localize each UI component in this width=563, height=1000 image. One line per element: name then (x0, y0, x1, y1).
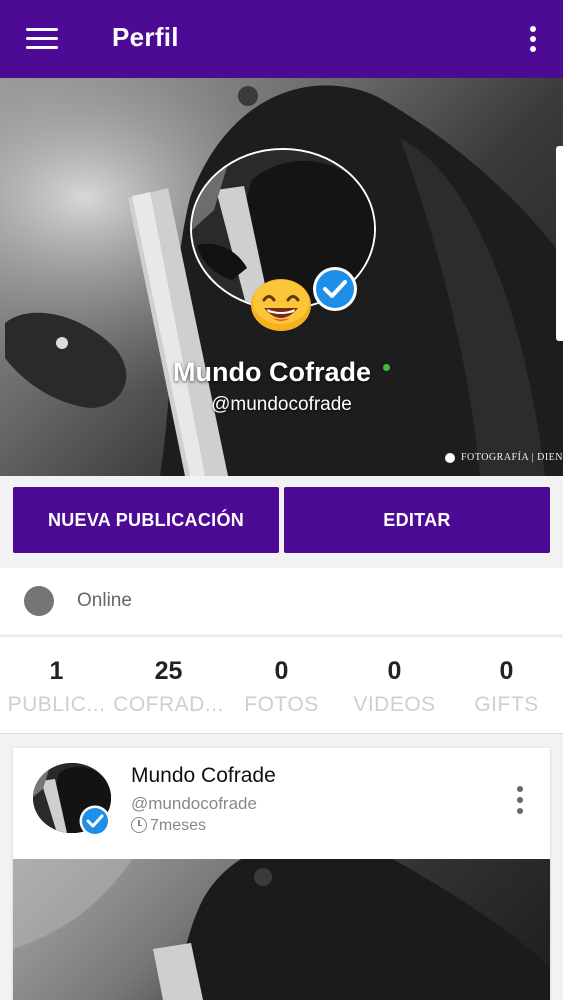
post-image[interactable] (13, 859, 550, 1000)
watermark-text: FOTOGRAFÍA | DIEN (461, 452, 563, 463)
scroll-handle[interactable] (556, 146, 563, 341)
new-post-button[interactable]: NUEVA PUBLICACIÓN (13, 487, 279, 553)
verified-badge-icon (79, 805, 111, 837)
clock-icon (131, 816, 147, 833)
edit-profile-button[interactable]: EDITAR (284, 487, 550, 553)
stat-value: 0 (499, 657, 514, 685)
online-indicator (382, 364, 390, 372)
verified-badge-icon (313, 267, 357, 311)
stat-label: COFRAD... (113, 693, 224, 716)
stat-label: VIDEOS (353, 693, 436, 716)
stat-value: 0 (387, 657, 402, 685)
post-more-icon[interactable] (517, 786, 523, 814)
stat-label: FOTOS (244, 693, 319, 716)
post-timestamp: 7meses (131, 816, 207, 835)
stat-value: 1 (49, 657, 64, 685)
hamburger-menu-icon[interactable] (26, 28, 58, 50)
eye-icon (445, 452, 455, 463)
photo-watermark: FOTOGRAFÍA | DIEN (445, 452, 563, 463)
profile-handle: @mundocofrade (211, 394, 352, 415)
stat-value: 25 (154, 657, 183, 685)
profile-stats: 1 PUBLIC... 25 COFRAD... 0 FOTOS 0 VIDEO… (0, 636, 563, 734)
profile-name-text: Mundo Cofrade (173, 357, 371, 387)
post-author-handle: @mundocofrade (131, 794, 257, 813)
status-dot-icon (24, 586, 54, 616)
stat-label: PUBLIC... (7, 693, 106, 716)
more-vert-icon[interactable] (529, 26, 537, 52)
page-title: Perfil (112, 22, 179, 52)
post-card[interactable]: Mundo Cofrade @mundocofrade 7meses (13, 748, 550, 1000)
post-time-text: 7meses (150, 817, 207, 834)
status-row[interactable]: Online (0, 568, 563, 634)
app-bar: Perfil (0, 0, 563, 78)
post-author-name[interactable]: Mundo Cofrade (131, 764, 276, 788)
profile-name: Mundo Cofrade (0, 357, 563, 388)
laughing-emoji-icon (251, 279, 311, 331)
stat-label: GIFTS (474, 693, 539, 716)
stat-value: 0 (274, 657, 289, 685)
status-label: Online (77, 590, 132, 611)
